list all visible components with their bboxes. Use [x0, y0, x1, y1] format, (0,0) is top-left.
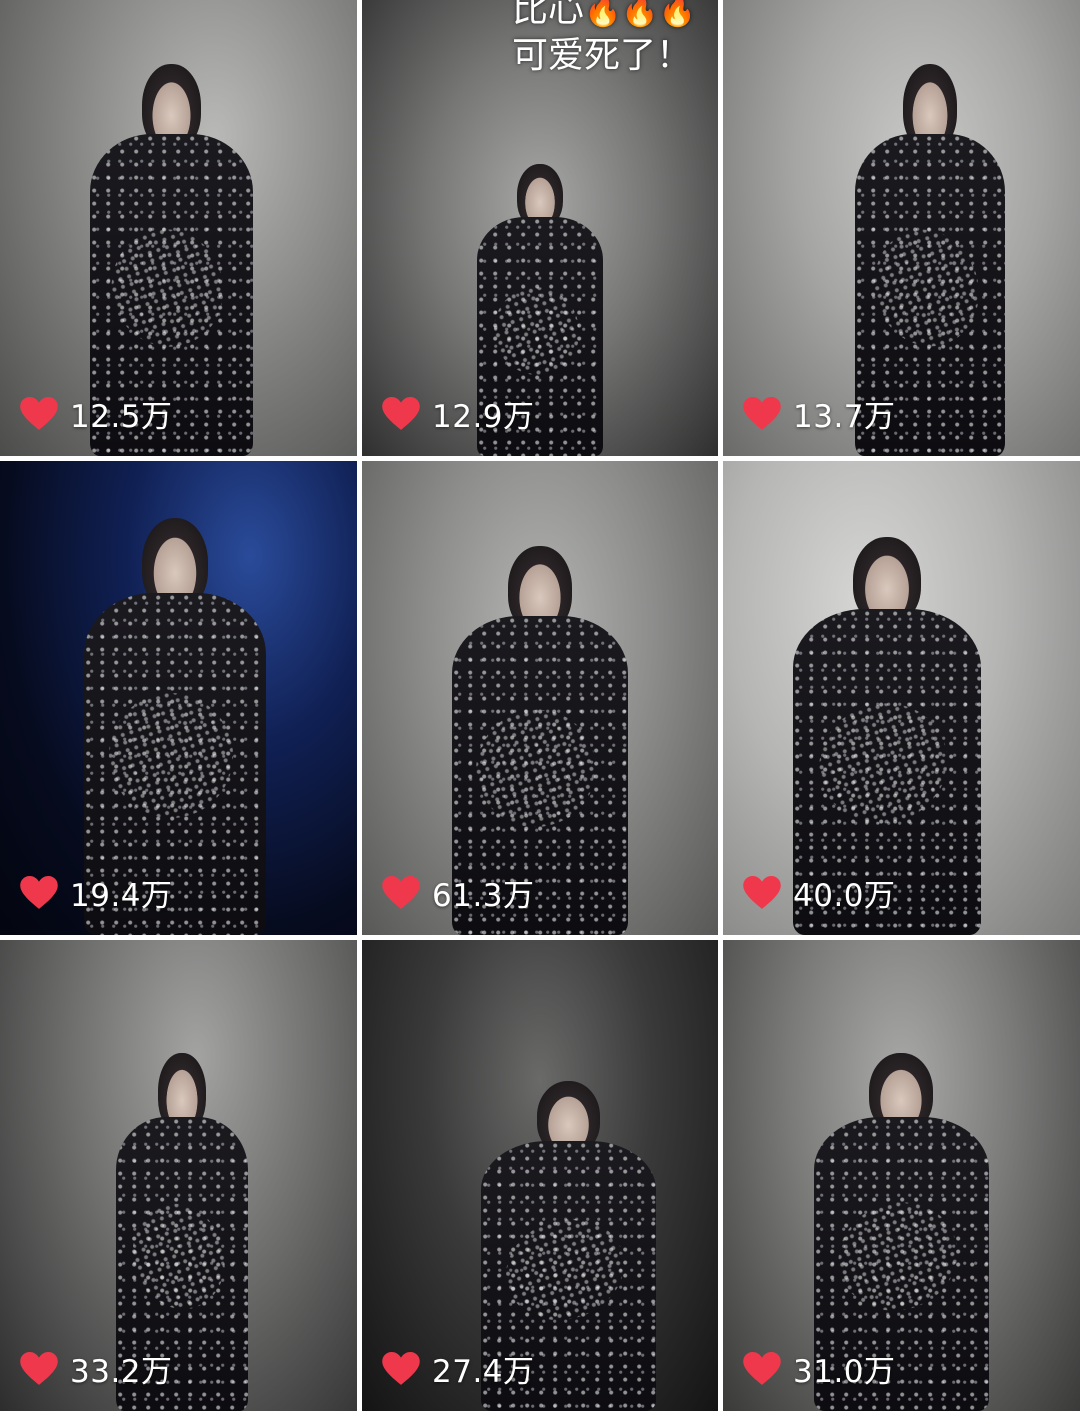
- like-count-text: 27.4万: [432, 1354, 535, 1390]
- like-count-text: 19.4万: [70, 878, 173, 914]
- caption-line-1: 比心: [512, 0, 585, 30]
- like-count-text: 40.0万: [793, 878, 896, 914]
- like-count: 12.9万: [382, 391, 535, 436]
- photo-tile[interactable]: 40.0万: [723, 461, 1080, 935]
- heart-icon[interactable]: [743, 875, 781, 910]
- photo-tile[interactable]: 31.0万: [723, 940, 1080, 1411]
- photo-tile[interactable]: 13.7万: [723, 0, 1080, 456]
- like-count-text: 31.0万: [793, 1354, 896, 1390]
- heart-icon[interactable]: [20, 396, 58, 431]
- like-count-text: 12.5万: [70, 399, 173, 435]
- like-count: 31.0万: [743, 1346, 896, 1391]
- like-count: 40.0万: [743, 870, 896, 915]
- like-count-text: 12.9万: [432, 399, 535, 435]
- photo-grid: 12.5万 比心🔥🔥🔥 可爱死了！ 12.9万 13.7万 19.4万 61.3…: [0, 0, 1080, 1411]
- heart-icon[interactable]: [743, 396, 781, 431]
- like-count: 13.7万: [743, 391, 896, 436]
- heart-icon[interactable]: [382, 396, 420, 431]
- heart-icon[interactable]: [743, 1351, 781, 1386]
- photo-tile[interactable]: 33.2万: [0, 940, 357, 1411]
- like-count: 19.4万: [20, 870, 173, 915]
- caption-line-2: 可爱死了！: [512, 35, 693, 76]
- photo-tile[interactable]: 19.4万: [0, 461, 357, 935]
- like-count-text: 13.7万: [793, 399, 896, 435]
- like-count: 33.2万: [20, 1346, 173, 1391]
- heart-icon[interactable]: [20, 875, 58, 910]
- like-count: 27.4万: [382, 1346, 535, 1391]
- like-count: 61.3万: [382, 870, 535, 915]
- heart-icon[interactable]: [382, 875, 420, 910]
- photo-tile[interactable]: 比心🔥🔥🔥 可爱死了！ 12.9万: [362, 0, 718, 456]
- heart-icon[interactable]: [382, 1351, 420, 1386]
- photo-caption: 比心🔥🔥🔥 可爱死了！: [512, 0, 696, 78]
- photo-tile[interactable]: 61.3万: [362, 461, 718, 935]
- photo-tile[interactable]: 27.4万: [362, 940, 718, 1411]
- like-count-text: 33.2万: [70, 1354, 173, 1390]
- heart-icon[interactable]: [20, 1351, 58, 1386]
- like-count: 12.5万: [20, 391, 173, 436]
- fire-emoji: 🔥🔥🔥: [584, 0, 697, 29]
- like-count-text: 61.3万: [432, 878, 535, 914]
- photo-tile[interactable]: 12.5万: [0, 0, 357, 456]
